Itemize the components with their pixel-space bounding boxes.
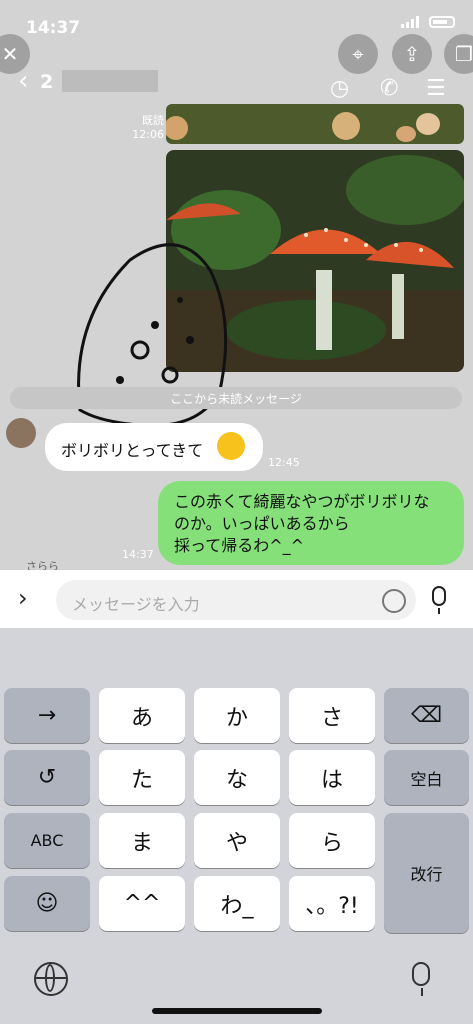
outgoing-line: この赤くて綺麗なやつがボリボリな [174,492,430,511]
key-na[interactable]: な [194,750,280,805]
key-ha[interactable]: は [289,750,375,805]
incoming-time: 12:45 [268,456,300,469]
status-icons [401,16,455,28]
outgoing-message[interactable]: この赤くて綺麗なやつがボリボリな のか。いっぱいあるから 採って帰るわ^_^ [158,481,464,565]
unread-divider-text: ここから未読メッセージ [170,392,302,406]
globe-icon[interactable] [34,962,68,996]
chat-area: 14:37 ✕ ⌖ ⇪ ❐ ‹ 2 ◷ ✆ ☰ 既読 12:06 ここから未読メ… [0,0,473,570]
message-input-placeholder: メッセージを入力 [72,595,200,614]
phone-icon[interactable]: ✆ [380,76,398,101]
microphone-icon[interactable] [432,586,446,614]
battery-icon [429,16,455,28]
abc-key[interactable]: ABC [4,813,90,868]
status-time: 14:37 [26,18,81,38]
incoming-message-text: ボリボリとってきて [61,441,204,460]
chat-header: ‹ 2 ◷ ✆ ☰ [0,58,473,106]
key-punctuation[interactable]: 、。?! [289,876,375,931]
back-icon[interactable]: ‹ [18,66,28,96]
message-input[interactable]: メッセージを入力 [56,580,416,620]
undo-icon[interactable]: ↺ [4,750,90,805]
key-ta[interactable]: た [99,750,185,805]
keyboard: → あ か さ ⌫ ↺ た な は 空白 ABC ま や ら 改行 ☺ ^^ わ… [0,628,473,1024]
space-key[interactable]: 空白 [384,750,469,805]
key-ra[interactable]: ら [289,813,375,868]
outgoing-line: 採って帰るわ^_^ [174,536,305,555]
emoji-picker-icon[interactable] [382,589,406,613]
key-arrow-icon[interactable]: → [4,688,90,743]
key-ya[interactable]: や [194,813,280,868]
chevron-right-icon[interactable]: › [18,584,28,612]
message-input-row: › メッセージを入力 [0,570,473,628]
photo-message-1[interactable] [166,104,464,144]
drooling-emoji-icon [217,432,245,460]
bottom-time: 14:37 [122,548,154,561]
dictation-mic-icon[interactable] [412,962,430,996]
incoming-message[interactable]: ボリボリとってきて [45,423,263,471]
delete-icon[interactable]: ⌫ [384,688,469,743]
return-key[interactable]: 改行 [384,813,469,933]
unread-divider: ここから未読メッセージ [10,387,462,409]
avatar[interactable] [6,418,36,448]
bottom-sender-name: さらら [26,560,59,570]
key-sa[interactable]: さ [289,688,375,743]
key-ka[interactable]: か [194,688,280,743]
emoji-key-icon[interactable]: ☺ [4,876,90,931]
key-wa[interactable]: わ_ [194,876,280,931]
clock-icon[interactable]: ◷ [330,76,349,101]
read-time: 12:06 [132,128,164,141]
status-bar: 14:37 [0,0,473,40]
outgoing-line: のか。いっぱいあるから [174,514,350,533]
key-emoticon[interactable]: ^^ [99,876,185,931]
read-meta: 既読 12:06 [128,112,164,141]
menu-icon[interactable]: ☰ [426,76,446,101]
outgoing-message-text: この赤くて綺麗なやつがボリボリな のか。いっぱいあるから 採って帰るわ^_^ [174,491,459,557]
home-indicator[interactable] [152,1008,322,1014]
key-ma[interactable]: ま [99,813,185,868]
contact-name-redacted [62,70,158,92]
signal-icon [401,16,421,28]
unread-count: 2 [40,71,54,93]
key-a[interactable]: あ [99,688,185,743]
read-label: 既読 [142,114,164,127]
